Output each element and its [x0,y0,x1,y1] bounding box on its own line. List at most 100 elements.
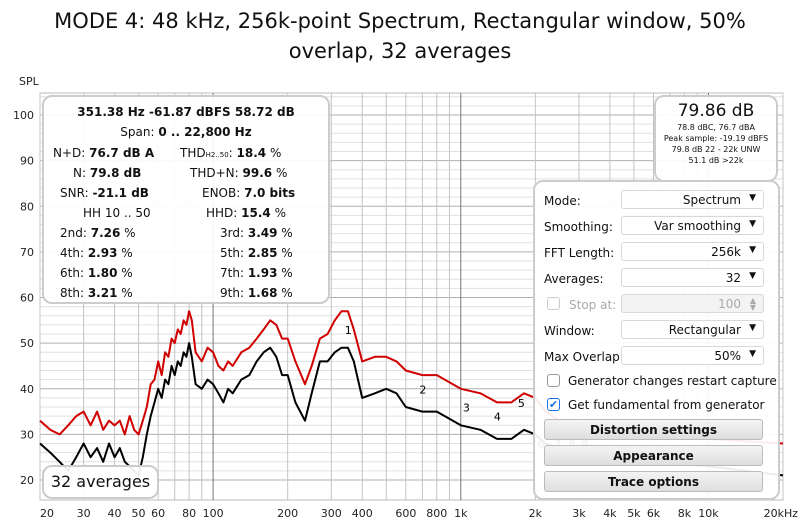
harmonic-value: 1.93 [247,266,278,280]
smoothing-select[interactable]: Var smoothing ▼ [621,216,764,235]
snr-value: -21.1 dB [92,186,149,200]
pct: % [124,226,136,240]
x-tick-label: 3k [572,507,586,520]
harmonic-marker-5: 5 [518,397,525,410]
harmonic-marker-2: 2 [419,383,426,396]
overlap-select[interactable]: 50% ▼ [621,346,764,365]
y-tick-label: 30 [20,428,34,441]
title-line-1: MODE 4: 48 kHz, 256k-point Spectrum, Rec… [54,9,746,33]
harmonic-value: 1.80 [87,266,118,280]
window-value: Rectangular [668,323,741,337]
n-value: 79.8 dB [89,166,142,180]
stop-at-checkbox[interactable] [547,297,560,310]
dropdown-arrow-icon: ▼ [749,193,756,203]
enob-value: 7.0 bits [244,186,296,200]
harmonic-marker-4: 4 [494,411,501,424]
y-tick-label: 100 [13,109,34,122]
thdn-label: THD+N: [190,166,239,180]
stop-at-value: 100 [718,297,741,311]
x-tick-label: 600 [395,507,416,520]
thd-label: THD [180,146,206,160]
x-tick-label: 2k [529,507,543,520]
x-tick-label: 80 [182,507,196,520]
pct: % [281,286,293,300]
restart-capture-checkbox[interactable] [547,374,560,387]
pct: % [269,146,282,160]
dropdown-arrow-icon: ▼ [749,245,756,255]
level-unweighted: 79.8 dB 22 - 22k UNW [671,145,761,154]
harmonic-6: 6th: 1.80 % [60,266,133,280]
harmonic-2: 2nd: 7.26 % [60,226,136,240]
stop-at-spinbox[interactable]: 100 ▲ ▼ [621,294,764,313]
x-tick-label: 200 [277,507,298,520]
harmonic-label: 5th: [220,246,244,260]
pct: % [121,246,133,260]
harmonic-marker-1: 1 [345,324,352,337]
mode-select[interactable]: Spectrum ▼ [621,190,764,209]
y-tick-label: 20 [20,474,34,487]
harmonic-value: 1.68 [247,286,278,300]
fundamental-label: Get fundamental from generator [568,398,765,412]
overlap-value: 50% [714,349,741,363]
span-value: 0 .. 22,800 Hz [158,125,252,139]
window-select[interactable]: Rectangular ▼ [621,320,764,339]
mode-label: Mode: [544,194,581,208]
y-tick-label: 60 [20,292,34,305]
level-peak: Peak sample: -19.19 dBFS [663,134,769,143]
mode-value: Spectrum [682,193,741,207]
x-tick-label: 1k [454,507,468,520]
harmonic-9: 9th: 1.68 % [220,286,293,300]
checkmark-icon: ✔ [548,398,559,411]
chart-title: MODE 4: 48 kHz, 256k-point Spectrum, Rec… [0,6,800,66]
thdn-value: 99.6 [242,166,273,180]
harmonic-7: 7th: 1.93 % [220,266,293,280]
harmonic-value: 7.26 [90,226,121,240]
harmonic-label: 8th: [60,286,84,300]
x-tick-label: 60 [151,507,165,520]
pct: % [275,166,288,180]
fundamental-checkbox[interactable]: ✔ [547,398,560,411]
harmonic-label: 2nd: [60,226,87,240]
dropdown-arrow-icon: ▼ [749,323,756,333]
y-axis-label: SPL [19,75,40,88]
x-tick-label: 50 [132,507,146,520]
stop-at-label: Stop at: [569,298,617,312]
smoothing-label: Smoothing: [544,220,613,234]
harmonic-label: 7th: [220,266,244,280]
x-tick-label: 20kHz [764,507,799,520]
pct: % [281,226,293,240]
level-weighted: 78.8 dBC, 76.7 dBA [677,123,755,132]
y-tick-label: 50 [20,337,34,350]
overlap-label: Max Overlap: [544,350,624,364]
distortion-settings-button[interactable]: Distortion settings [544,419,763,440]
thd-value: 18.4 [236,146,267,160]
x-tick-label: 5k [627,507,641,520]
level-above-22k: 51.1 dB >22k [688,156,744,165]
x-tick-label: 4k [603,507,617,520]
harmonic-value: 3.49 [247,226,278,240]
settings-panel: Mode: Spectrum ▼ Smoothing: Var smoothing… [533,180,780,500]
averages-value: 32 [725,271,741,285]
harmonic-label: 6th: [60,266,84,280]
hhd-label: HHD: [206,206,238,220]
thd-sub: H2..50 [205,151,229,159]
x-tick-label: 100 [203,507,224,520]
averages-select[interactable]: 32 ▼ [621,268,764,287]
fft-select[interactable]: 256k ▼ [621,242,764,261]
level-panel: 79.86 dB 78.8 dBC, 76.7 dBA Peak sample:… [654,95,778,182]
trace-options-button[interactable]: Trace options [544,471,763,492]
fft-label: FFT Length: [544,246,615,260]
spinner-arrows-icon: ▲ ▼ [749,296,756,312]
x-tick-label: 30 [77,507,91,520]
y-tick-label: 90 [20,155,34,168]
pct: % [274,206,287,220]
harmonic-label: 4th: [60,246,84,260]
title-line-2: overlap, 32 averages [288,39,512,63]
y-tick-label: 70 [20,246,34,259]
info-header: 351.38 Hz -61.87 dBFS 58.72 dB [77,105,295,119]
hhd-value: 15.4 [241,206,271,220]
fft-value: 256k [711,245,741,259]
appearance-button[interactable]: Appearance [544,445,763,466]
harmonic-marker-3: 3 [463,402,470,415]
harmonic-value: 3.21 [87,286,118,300]
